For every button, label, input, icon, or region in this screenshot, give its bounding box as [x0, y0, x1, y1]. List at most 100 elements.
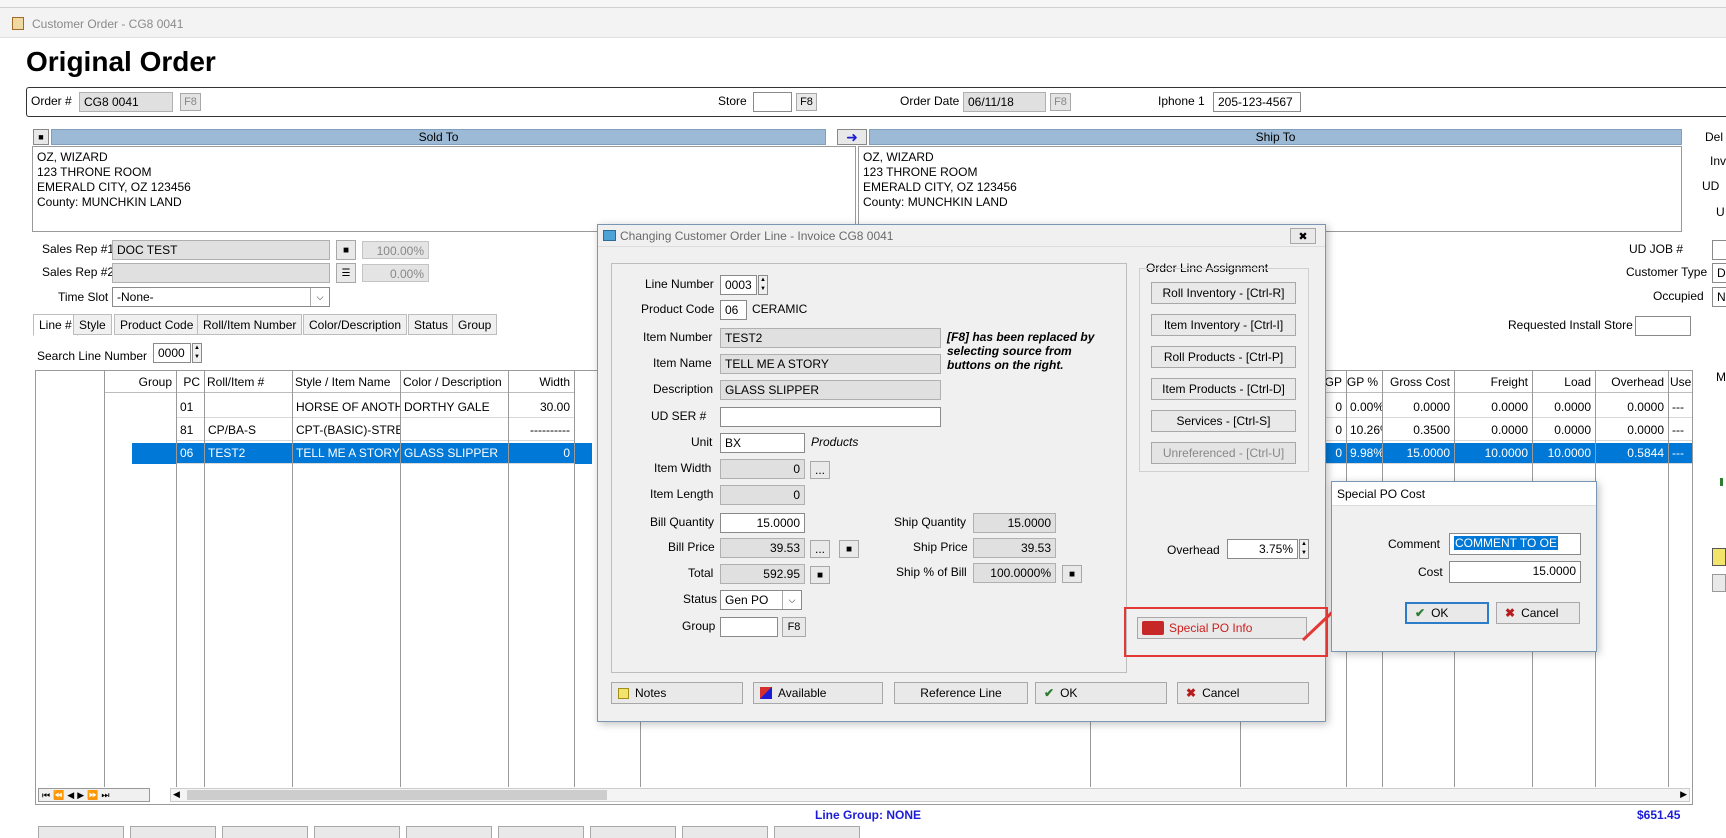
toolbar-button[interactable]: [498, 826, 584, 838]
grid-header-overhead[interactable]: Overhead: [1595, 371, 1668, 393]
table-row-cell-color[interactable]: GLASS SLIPPER: [400, 443, 508, 464]
toolbar-button[interactable]: [222, 826, 308, 838]
ud-ser-field[interactable]: [720, 407, 941, 427]
table-row-cell-load[interactable]: 10.0000: [1532, 443, 1595, 464]
tab-roll-item-number[interactable]: Roll/Item Number: [197, 314, 303, 335]
customer-type-field[interactable]: D: [1712, 263, 1726, 283]
item-width-field[interactable]: 0: [720, 459, 805, 479]
right-edge-widget[interactable]: [1712, 548, 1726, 566]
toolbar-button[interactable]: [406, 826, 492, 838]
sales-rep1-field[interactable]: DOC TEST: [112, 240, 330, 260]
sales-rep1-lock-button[interactable]: ■: [336, 240, 356, 260]
grid-header-style[interactable]: Style / Item Name: [292, 371, 400, 393]
reference-line-button[interactable]: Reference Line: [894, 682, 1028, 704]
bill-price-ellipsis-button[interactable]: ...: [810, 540, 830, 558]
time-slot-select[interactable]: -None-: [112, 287, 330, 307]
cost-field[interactable]: 15.0000: [1449, 561, 1581, 583]
table-row-cell-gp-pct[interactable]: 0.00%: [1346, 397, 1382, 418]
ship-price-field[interactable]: 39.53: [973, 538, 1056, 558]
grid-header-gp[interactable]: GP: [1324, 371, 1346, 393]
table-row-cell-gp-pct[interactable]: 9.98%: [1346, 443, 1382, 464]
sold-to-lock-icon[interactable]: ■: [33, 129, 49, 145]
grid-header-pc[interactable]: PC: [176, 371, 204, 393]
item-inventory-button[interactable]: Item Inventory - [Ctrl-I]: [1151, 314, 1296, 336]
roll-inventory-button[interactable]: Roll Inventory - [Ctrl-R]: [1151, 282, 1296, 304]
table-row-cell-width[interactable]: ----------: [508, 420, 574, 441]
description-field[interactable]: GLASS SLIPPER: [720, 380, 941, 400]
line-number-stepper[interactable]: ▲ ▼: [758, 275, 768, 295]
tab-color-description[interactable]: Color/Description: [303, 314, 408, 335]
search-line-input[interactable]: 0000: [153, 343, 191, 363]
table-row-cell-overhead[interactable]: 0.5844: [1595, 443, 1668, 464]
total-lock-icon[interactable]: ■: [810, 566, 830, 584]
group-field[interactable]: [720, 617, 778, 637]
scroll-right-icon[interactable]: ▶: [1680, 789, 1687, 800]
occupied-field[interactable]: N: [1712, 287, 1726, 307]
bill-quantity-field[interactable]: 15.0000: [720, 513, 805, 533]
sales-rep2-split-button[interactable]: ☰: [336, 263, 356, 283]
total-field[interactable]: 592.95: [720, 564, 805, 584]
table-row-cell-style[interactable]: TELL ME A STORY: [292, 443, 400, 464]
grid-header-freight[interactable]: Freight: [1454, 371, 1532, 393]
table-row-cell-overhead[interactable]: 0.0000: [1595, 397, 1668, 418]
order-number-field[interactable]: CG8 0041: [79, 92, 173, 112]
comment-field[interactable]: COMMENT TO OE: [1449, 533, 1581, 555]
table-row-cell-freight[interactable]: 10.0000: [1454, 443, 1532, 464]
ship-quantity-field[interactable]: 15.0000: [973, 513, 1056, 533]
table-row-cell-use[interactable]: ---: [1668, 420, 1692, 441]
table-row-cell-overhead[interactable]: 0.0000: [1595, 420, 1668, 441]
overhead-stepper[interactable]: ▲ ▼: [1299, 539, 1309, 559]
table-row-cell-roll[interactable]: TEST2: [204, 443, 292, 464]
search-line-stepper[interactable]: ▲ ▼: [192, 343, 202, 363]
tab-line-number[interactable]: Line #: [33, 314, 78, 336]
unreferenced-button[interactable]: Unreferenced - [Ctrl-U]: [1151, 442, 1296, 464]
bill-price-field[interactable]: 39.53: [720, 538, 805, 558]
grid-header-gp-pct[interactable]: GP %: [1346, 371, 1382, 393]
toolbar-button[interactable]: [314, 826, 400, 838]
line-number-field[interactable]: 0003: [720, 275, 757, 295]
table-row-cell-freight[interactable]: 0.0000: [1454, 420, 1532, 441]
ship-pct-lock-icon[interactable]: ■: [1062, 565, 1082, 583]
toolbar-button[interactable]: [38, 826, 124, 838]
item-width-ellipsis-button[interactable]: ...: [810, 461, 830, 479]
order-date-field[interactable]: 06/11/18: [963, 92, 1046, 112]
requested-install-select[interactable]: [1635, 316, 1691, 336]
table-row-cell-gross[interactable]: 0.0000: [1382, 397, 1454, 418]
order-date-f8-button[interactable]: F8: [1050, 93, 1071, 111]
close-icon[interactable]: ✖: [1290, 228, 1316, 244]
copy-arrow-icon[interactable]: ➜: [837, 129, 867, 145]
notes-button[interactable]: Notes: [611, 682, 743, 704]
table-row-cell-width[interactable]: 0: [508, 443, 574, 464]
ship-to-address[interactable]: OZ, WIZARD 123 THRONE ROOM EMERALD CITY,…: [858, 146, 1682, 232]
toolbar-button[interactable]: [774, 826, 860, 838]
store-field[interactable]: [753, 92, 792, 112]
table-row-cell-gross[interactable]: 15.0000: [1382, 443, 1454, 464]
scroll-thumb[interactable]: [187, 790, 607, 800]
cancel-button[interactable]: ✖ Cancel: [1177, 682, 1309, 704]
table-row-cell-style[interactable]: CPT-(BASIC)-STRET: [292, 420, 400, 441]
chevron-down-icon[interactable]: ⌵: [782, 591, 801, 609]
table-row-cell-color[interactable]: DORTHY GALE: [400, 397, 508, 418]
table-row-cell-freight[interactable]: 0.0000: [1454, 397, 1532, 418]
table-row-cell-roll[interactable]: CP/BA-S: [204, 420, 292, 441]
toolbar-button[interactable]: [590, 826, 676, 838]
ok-button[interactable]: ✔ OK: [1035, 682, 1167, 704]
tab-status[interactable]: Status: [408, 314, 455, 335]
table-row-cell-pc[interactable]: 01: [176, 397, 204, 418]
special-po-ok-button[interactable]: ✔ OK: [1405, 602, 1489, 624]
table-row-cell-pc[interactable]: 06: [176, 443, 204, 464]
order-f8-button[interactable]: F8: [180, 93, 201, 111]
available-button[interactable]: Available: [753, 682, 883, 704]
item-length-field[interactable]: 0: [720, 485, 805, 505]
roll-products-button[interactable]: Roll Products - [Ctrl-P]: [1151, 346, 1296, 368]
grid-header-width[interactable]: Width: [508, 371, 574, 393]
ud-job-field[interactable]: [1712, 240, 1726, 260]
chevron-down-icon[interactable]: ⌵: [310, 288, 329, 306]
special-po-cancel-button[interactable]: ✖ Cancel: [1496, 602, 1580, 624]
table-row-cell-gross[interactable]: 0.3500: [1382, 420, 1454, 441]
item-number-field[interactable]: TEST2: [720, 328, 941, 348]
item-products-button[interactable]: Item Products - [Ctrl-D]: [1151, 378, 1296, 400]
grid-header-roll-item[interactable]: Roll/Item #: [204, 371, 292, 393]
group-f8-button[interactable]: F8: [782, 617, 806, 637]
services-button[interactable]: Services - [Ctrl-S]: [1151, 410, 1296, 432]
